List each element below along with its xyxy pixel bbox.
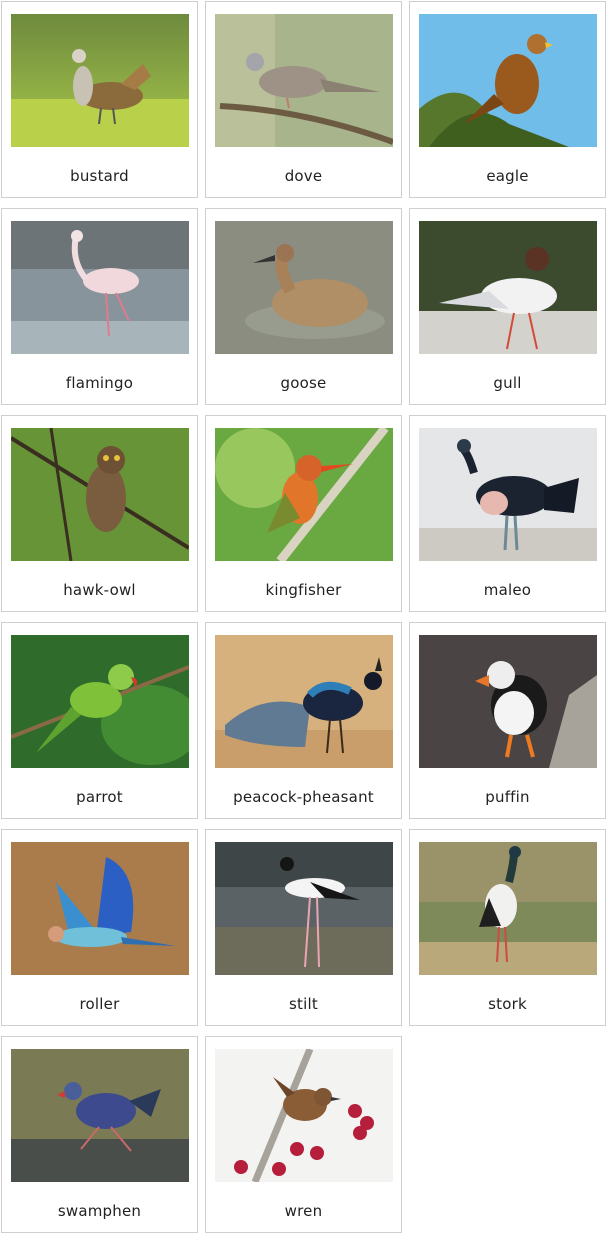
roller-photo	[11, 842, 189, 975]
flamingo-photo	[11, 221, 189, 354]
eagle-photo	[419, 14, 597, 147]
bird-card-goose[interactable]: goose	[205, 208, 402, 405]
bird-card-flamingo[interactable]: flamingo	[1, 208, 198, 405]
bird-card-dove[interactable]: dove	[205, 1, 402, 198]
bird-card-gull[interactable]: gull	[409, 208, 606, 405]
card-label: goose	[280, 374, 327, 392]
card-label: wren	[284, 1202, 323, 1220]
kingfisher-photo	[215, 428, 393, 561]
maleo-photo	[419, 428, 597, 561]
card-label: flamingo	[65, 374, 134, 392]
bird-card-bustard[interactable]: bustard	[1, 1, 198, 198]
card-label: parrot	[76, 788, 123, 806]
bird-card-stork[interactable]: stork	[409, 829, 606, 1026]
bird-card-kingfisher[interactable]: kingfisher	[205, 415, 402, 612]
card-label: eagle	[486, 167, 529, 185]
card-label: peacock-pheasant	[233, 788, 374, 806]
bird-card-peacock-pheasant[interactable]: peacock-pheasant	[205, 622, 402, 819]
bird-card-grid: bustard dove eagle flamingo goose gull h…	[0, 0, 610, 1244]
gull-photo	[419, 221, 597, 354]
card-label: roller	[79, 995, 120, 1013]
card-label: stork	[488, 995, 527, 1013]
card-label: puffin	[485, 788, 530, 806]
card-label: kingfisher	[265, 581, 342, 599]
card-label: bustard	[70, 167, 129, 185]
hawk-owl-photo	[11, 428, 189, 561]
wren-photo	[215, 1049, 393, 1182]
bird-card-puffin[interactable]: puffin	[409, 622, 606, 819]
stilt-photo	[215, 842, 393, 975]
bird-card-eagle[interactable]: eagle	[409, 1, 606, 198]
puffin-photo	[419, 635, 597, 768]
card-label: maleo	[483, 581, 532, 599]
card-label: dove	[284, 167, 323, 185]
card-label: swamphen	[57, 1202, 142, 1220]
dove-photo	[215, 14, 393, 147]
bird-card-maleo[interactable]: maleo	[409, 415, 606, 612]
stork-photo	[419, 842, 597, 975]
bird-card-swamphen[interactable]: swamphen	[1, 1036, 198, 1233]
bird-card-stilt[interactable]: stilt	[205, 829, 402, 1026]
bird-card-parrot[interactable]: parrot	[1, 622, 198, 819]
bustard-photo	[11, 14, 189, 147]
bird-card-roller[interactable]: roller	[1, 829, 198, 1026]
goose-photo	[215, 221, 393, 354]
parrot-photo	[11, 635, 189, 768]
peacock-pheasant-photo	[215, 635, 393, 768]
card-label: hawk-owl	[63, 581, 136, 599]
card-label: gull	[493, 374, 522, 392]
swamphen-photo	[11, 1049, 189, 1182]
bird-card-hawk-owl[interactable]: hawk-owl	[1, 415, 198, 612]
bird-card-wren[interactable]: wren	[205, 1036, 402, 1233]
card-label: stilt	[289, 995, 318, 1013]
